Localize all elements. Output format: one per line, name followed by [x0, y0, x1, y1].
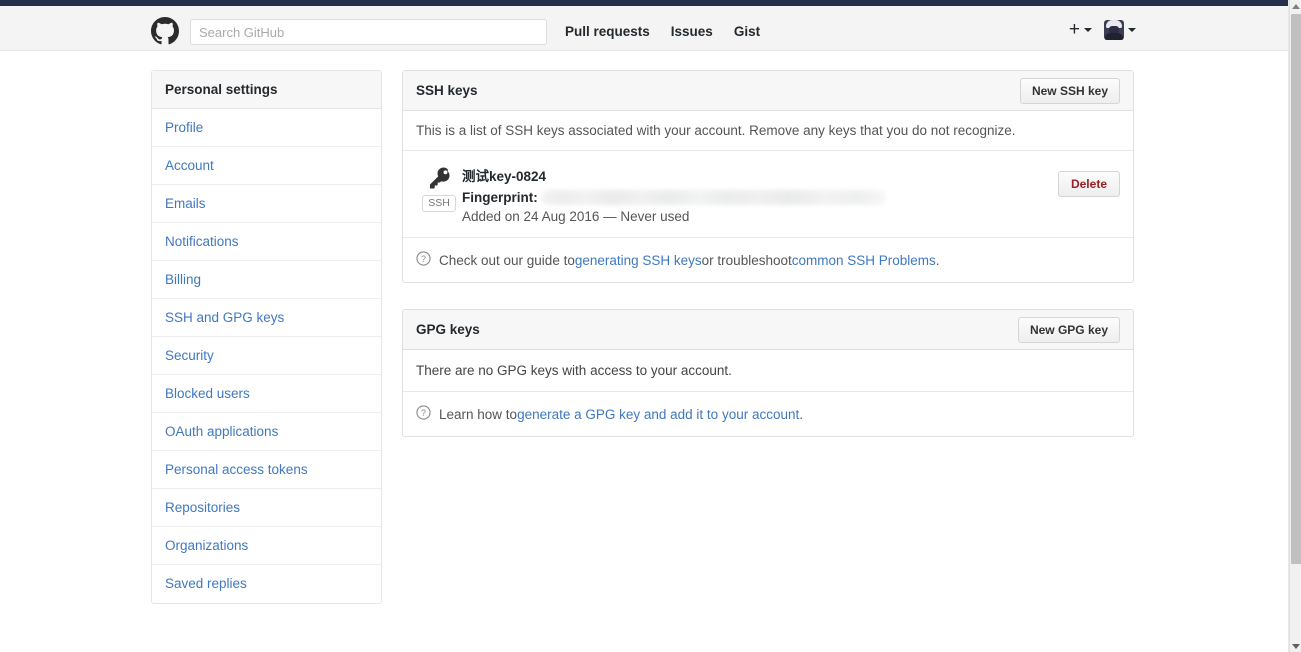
generating-ssh-keys-link[interactable]: generating SSH keys: [575, 253, 702, 268]
ssh-footer-text-middle: or troubleshoot: [701, 252, 792, 268]
sidebar-item-ssh-and-gpg-keys[interactable]: SSH and GPG keys: [152, 299, 381, 337]
nav-link-pull-requests[interactable]: Pull requests: [565, 24, 650, 39]
ssh-panel-description: This is a list of SSH keys associated wi…: [403, 111, 1133, 151]
ssh-panel-title: SSH keys: [416, 83, 478, 98]
sidebar-item-saved-replies[interactable]: Saved replies: [152, 565, 381, 603]
sidebar-item-notifications[interactable]: Notifications: [152, 223, 381, 261]
ssh-key-fingerprint-redacted: [540, 189, 886, 205]
ssh-key-row: SSH 测试key-0824 Fingerprint: Added on 24 …: [403, 151, 1133, 238]
ssh-key-type-badge: SSH: [422, 195, 456, 212]
gpg-keys-panel: GPG keys New GPG key There are no GPG ke…: [402, 309, 1134, 437]
gpg-panel-header: GPG keys New GPG key: [403, 310, 1133, 350]
sidebar-item-security[interactable]: Security: [152, 337, 381, 375]
sidebar-item-emails[interactable]: Emails: [152, 185, 381, 223]
vertical-scrollbar[interactable]: [1289, 0, 1301, 652]
ssh-footer-text-before: Check out our guide to: [439, 252, 575, 268]
delete-ssh-key-button[interactable]: Delete: [1057, 171, 1120, 197]
nav-link-gist[interactable]: Gist: [734, 24, 760, 39]
sidebar-item-profile[interactable]: Profile: [152, 109, 381, 147]
common-ssh-problems-link[interactable]: common SSH Problems: [792, 253, 936, 268]
sidebar-item-repositories[interactable]: Repositories: [152, 489, 381, 527]
sidebar-item-organizations[interactable]: Organizations: [152, 527, 381, 565]
gpg-footer-text-before: Learn how to: [439, 406, 518, 422]
ssh-key-actions: Delete: [1057, 171, 1120, 197]
settings-sidebar: Personal settings Profile Account Emails…: [151, 70, 382, 604]
sidebar-title: Personal settings: [152, 71, 381, 109]
ssh-key-icon-column: SSH: [416, 164, 462, 212]
ssh-key-title: 测试key-0824: [462, 169, 547, 184]
primary-nav: Pull requests Issues Gist: [565, 24, 760, 39]
scrollbar-thumb[interactable]: [1291, 14, 1301, 564]
gpg-panel-footer: ? Learn how to generate a GPG key and ad…: [403, 392, 1133, 436]
generate-gpg-key-link[interactable]: generate a GPG key and add it to your ac…: [517, 407, 799, 422]
sidebar-item-oauth-applications[interactable]: OAuth applications: [152, 413, 381, 451]
sidebar-item-account[interactable]: Account: [152, 147, 381, 185]
page-body: Personal settings Profile Account Emails…: [0, 52, 1289, 652]
create-new-menu[interactable]: +: [1068, 19, 1092, 40]
site-header: Pull requests Issues Gist +: [0, 6, 1289, 51]
ssh-key-fingerprint: Fingerprint:: [462, 188, 1120, 206]
svg-text:?: ?: [421, 254, 426, 264]
sidebar-item-billing[interactable]: Billing: [152, 261, 381, 299]
account-menu[interactable]: [1104, 20, 1136, 40]
chevron-down-icon: [1084, 28, 1092, 32]
ssh-keys-panel: SSH keys New SSH key This is a list of S…: [402, 70, 1134, 283]
gpg-empty-message: There are no GPG keys with access to you…: [403, 350, 1133, 392]
sidebar-item-personal-access-tokens[interactable]: Personal access tokens: [152, 451, 381, 489]
ssh-key-added-date: Added on 24 Aug 2016 — Never used: [462, 209, 690, 224]
chevron-down-icon: [1128, 28, 1136, 32]
ssh-key-fingerprint-label: Fingerprint:: [462, 189, 538, 205]
scroll-down-arrow-icon[interactable]: [1290, 640, 1301, 652]
main-content: SSH keys New SSH key This is a list of S…: [402, 70, 1134, 463]
search-input[interactable]: [190, 19, 547, 45]
question-circle-icon: ?: [416, 405, 431, 423]
ssh-footer-text-after: .: [935, 252, 940, 268]
gpg-panel-title: GPG keys: [416, 322, 480, 337]
gpg-footer-text-after: .: [799, 406, 804, 422]
header-actions: +: [1069, 20, 1136, 40]
key-icon: [428, 166, 450, 190]
ssh-panel-header: SSH keys New SSH key: [403, 71, 1133, 111]
nav-link-issues[interactable]: Issues: [671, 24, 713, 39]
question-circle-icon: ?: [416, 251, 431, 269]
sidebar-item-blocked-users[interactable]: Blocked users: [152, 375, 381, 413]
ssh-key-info: 测试key-0824 Fingerprint: Added on 24 Aug …: [462, 164, 1120, 224]
ssh-panel-footer: ? Check out our guide to generating SSH …: [403, 238, 1133, 282]
scroll-up-arrow-icon[interactable]: [1290, 0, 1301, 12]
github-octocat-icon[interactable]: [151, 17, 179, 45]
avatar: [1104, 20, 1124, 40]
svg-text:?: ?: [421, 408, 426, 418]
new-ssh-key-button[interactable]: New SSH key: [1019, 77, 1120, 104]
new-gpg-key-button[interactable]: New GPG key: [1017, 316, 1120, 343]
plus-icon: +: [1068, 19, 1080, 40]
